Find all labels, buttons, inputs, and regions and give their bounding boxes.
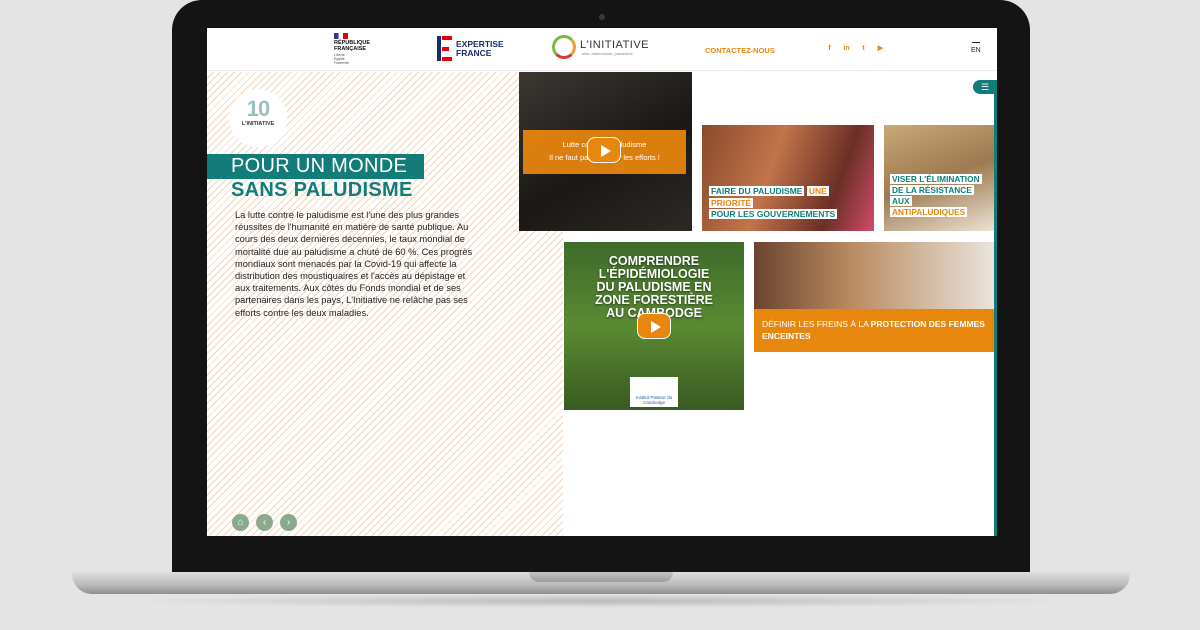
anniversary-badge: 10 L'INITIATIVE	[229, 89, 287, 147]
expertise-france-text: EXPERTISE FRANCE	[456, 38, 504, 58]
tile-pregnant-women[interactable]: DÉFINIR LES FREINS À LA PROTECTION DES F…	[754, 242, 994, 352]
laptop-shadow	[120, 594, 1080, 608]
slide-navigation: ⌂ ‹ ›	[232, 514, 297, 531]
badge-number: 10	[246, 96, 270, 121]
intro-panel: 10 L'INITIATIVE POUR UN MONDE SANS PALUD…	[207, 72, 563, 536]
flag-icon	[334, 33, 348, 39]
contact-link[interactable]: CONTACTEZ-NOUS	[705, 46, 775, 55]
expertise-france-logo[interactable]: EXPERTISE FRANCE	[437, 36, 504, 61]
initiative-ring-icon	[552, 35, 576, 59]
initiative-name: L'INITIATIVE	[580, 38, 650, 51]
language-label: EN	[971, 47, 981, 54]
tile-caption: DÉFINIR LES FREINS À LA PROTECTION DES F…	[754, 309, 994, 352]
side-accent-bar	[994, 94, 997, 536]
tile-label: VISER L'ÉLIMINATION DE LA RÉSISTANCE AUX…	[890, 174, 982, 217]
initiative-tagline: sida, tuberculose, paludisme	[582, 50, 633, 56]
chevron-right-icon[interactable]: ›	[280, 514, 297, 531]
twitter-icon[interactable]: t	[859, 44, 868, 53]
video-tile-malaria-fight[interactable]: Lutte contre le paludisme Il ne faut pas…	[519, 72, 692, 231]
page-title-line2: SANS PALUDISME	[231, 179, 413, 201]
site-header: RÉPUBLIQUE FRANÇAISE Liberté Égalité Fra…	[207, 28, 997, 71]
youtube-icon[interactable]: ▶	[876, 44, 885, 53]
screen: RÉPUBLIQUE FRANÇAISE Liberté Égalité Fra…	[207, 28, 997, 536]
expertise-france-icon	[437, 36, 452, 61]
page-title-line1: POUR UN MONDE	[207, 154, 424, 179]
language-switch[interactable]: EN	[971, 42, 981, 54]
laptop-notch	[529, 572, 673, 582]
initiative-logo[interactable]: L'INITIATIVE sida, tuberculose, paludism…	[552, 35, 649, 59]
chevron-left-icon[interactable]: ‹	[256, 514, 273, 531]
tile-antimalarial-resistance[interactable]: VISER L'ÉLIMINATION DE LA RÉSISTANCE AUX…	[884, 125, 994, 231]
home-icon[interactable]: ⌂	[232, 514, 249, 531]
video-tile-cambodia[interactable]: COMPRENDRE L'ÉPIDÉMIOLOGIE DU PALUDISME …	[564, 242, 744, 410]
republique-motto: Liberté Égalité Fraternité	[334, 53, 349, 65]
institut-pasteur-logo: Institut Pasteur du Cambodge	[630, 377, 678, 407]
hamburger-icon[interactable]: ☰	[973, 80, 997, 94]
republique-francaise-logo[interactable]: RÉPUBLIQUE FRANÇAISE Liberté Égalité Fra…	[334, 33, 378, 65]
video-title: COMPRENDRE L'ÉPIDÉMIOLOGIE DU PALUDISME …	[594, 254, 714, 320]
republique-text: RÉPUBLIQUE FRANÇAISE	[334, 40, 371, 52]
badge-name: L'INITIATIVE	[241, 121, 275, 127]
laptop-camera	[599, 14, 605, 20]
tile-priority-governments[interactable]: FAIRE DU PALUDISME UNE PRIORITÉ POUR LES…	[702, 125, 874, 231]
intro-text: La lutte contre le paludisme est l'une d…	[235, 210, 473, 318]
linkedin-icon[interactable]: in	[842, 44, 851, 53]
language-divider	[971, 42, 980, 43]
tile-label: FAIRE DU PALUDISME UNE PRIORITÉ POUR LES…	[709, 186, 838, 219]
facebook-icon[interactable]: f	[825, 44, 834, 53]
social-links: f in t ▶	[825, 44, 885, 53]
play-icon[interactable]	[637, 313, 671, 339]
play-icon[interactable]	[587, 137, 621, 163]
